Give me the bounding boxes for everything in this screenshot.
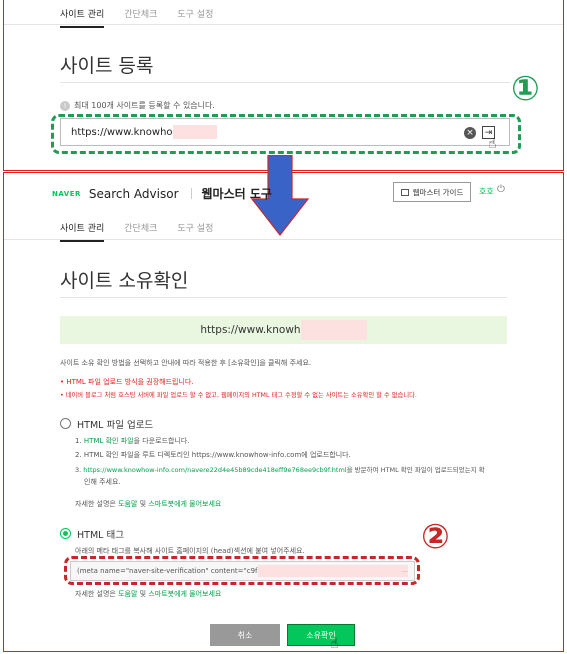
product-subtitle: 웹마스터 도구: [201, 187, 272, 201]
marker-1: ①: [511, 69, 540, 109]
redacted-area-2: [300, 320, 367, 340]
radio-html-tag[interactable]: [60, 528, 71, 539]
info-icon: !: [60, 100, 70, 111]
help-mid: 및: [137, 500, 149, 508]
guide-button-label: 웹마스터 가이드: [412, 187, 464, 197]
register-title-divider: [60, 82, 510, 83]
help-link-2[interactable]: 도움말: [118, 590, 137, 598]
verification-file-link[interactable]: https://www.knowhow-info.com/navere22d4e…: [83, 466, 346, 474]
logout-icon[interactable]: ⏻: [497, 184, 505, 195]
brand: NAVER Search Advisor 웹마스터 도구: [52, 185, 272, 202]
radio-html-file-label[interactable]: HTML 파일 업로드: [77, 417, 153, 431]
register-info-text: 최대 100개 사이트를 등록할 수 있습니다.: [74, 101, 215, 110]
step-3-continued: 인해 주세요.: [84, 478, 121, 486]
smartbot-link-2[interactable]: 스마트봇에게 물어보세요: [148, 590, 221, 598]
help-link[interactable]: 도움말: [118, 500, 137, 508]
guide-icon: [400, 188, 409, 196]
help-prefix-2: 자세한 설명은: [75, 590, 119, 598]
hand-cursor-icon-2: ☝: [330, 636, 339, 652]
help-line-2: 자세한 설명은 도움말 및 스마트봇에게 물어보세요: [75, 589, 221, 599]
step-1-prefix: 1.: [75, 437, 84, 445]
step-2: 2. HTML 확인 파일을 루트 디렉토리인 https://www.know…: [75, 451, 351, 459]
help-prefix: 자세한 설명은: [75, 500, 119, 508]
verify-title: 사이트 소유확인: [60, 270, 189, 292]
register-info: ! 최대 100개 사이트를 등록할 수 있습니다.: [60, 100, 215, 111]
step-3-suffix: 을 방문하여 HTML 확인 파일이 업로드되었는지 확: [346, 466, 485, 474]
tag-instruction: 아래의 메타 태그를 복사해 사이트 홈페이지의 (head)섹션에 붙여 넣어…: [75, 547, 305, 555]
html-file-download-link[interactable]: HTML 확인 파일: [84, 437, 134, 445]
top-tab-divider: [4, 24, 563, 25]
warning-unsupported: • 네이버 블로그 처럼 호스팅 서버에 파일 업로드 할 수 없고, 웹페이지…: [60, 392, 417, 399]
verify-title-divider: [60, 297, 507, 298]
highlight-register-input: [51, 114, 521, 154]
marker-2: ②: [421, 517, 450, 557]
radio-html-file[interactable]: [60, 418, 71, 429]
step-1-suffix: 을 다운로드합니다.: [133, 437, 190, 445]
verify-url-text: https://www.knowh: [200, 324, 301, 336]
verify-site-url: https://www.knowh: [60, 316, 507, 344]
bottom-tab-divider: [4, 239, 563, 240]
verify-ownership-button[interactable]: 소유확인: [287, 624, 355, 646]
help-mid-2: 및: [137, 590, 149, 598]
radio-html-tag-label[interactable]: HTML 태그: [77, 527, 124, 541]
user-name[interactable]: 호호: [479, 186, 494, 197]
brand-divider: [190, 188, 192, 199]
register-title: 사이트 등록: [60, 55, 154, 77]
webmaster-guide-button[interactable]: 웹마스터 가이드: [393, 182, 471, 202]
naver-logo[interactable]: NAVER: [52, 190, 81, 198]
highlight-meta-tag: [64, 556, 420, 585]
step-1: 1. HTML 확인 파일을 다운로드합니다.: [75, 436, 190, 446]
help-line-1: 자세한 설명은 도움말 및 스마트봇에게 물어보세요: [75, 499, 221, 509]
step-3: 3. https://www.knowhow-info.com/navere22…: [75, 464, 485, 474]
smartbot-link[interactable]: 스마트봇에게 물어보세요: [148, 500, 221, 508]
product-name[interactable]: Search Advisor: [89, 187, 179, 201]
verify-instruction: 사이트 소유 확인 방법을 선택하고 안내에 따라 적용한 후 [소유확인]을 …: [60, 359, 312, 367]
warning-recommend: • HTML 파일 업로드 방식을 권장해드립니다.: [60, 378, 194, 386]
cancel-button[interactable]: 취소: [210, 624, 280, 646]
